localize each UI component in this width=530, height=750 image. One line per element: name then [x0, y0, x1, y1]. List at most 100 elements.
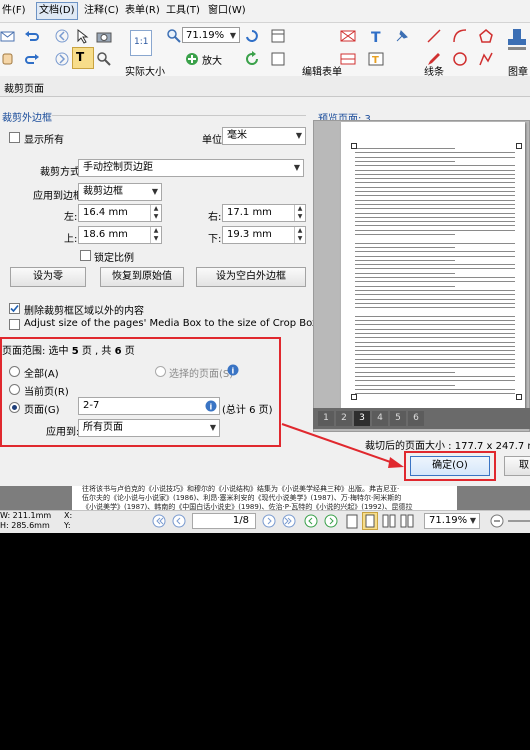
zoom-slider[interactable] — [508, 520, 530, 522]
menu-bar: 件(F) 文档(D) 注释(C) 表单(R) 工具(T) 窗口(W) — [0, 0, 530, 23]
text-select-tool[interactable]: T — [72, 47, 94, 69]
preview-text-line — [355, 251, 515, 253]
preview-text-line — [355, 302, 515, 304]
right-margin-input[interactable]: 17.1 mm ▲ ▼ — [222, 204, 306, 222]
next-page-icon[interactable] — [262, 514, 276, 528]
crop-handle[interactable] — [351, 394, 357, 400]
back-icon[interactable] — [54, 28, 70, 44]
ellipse-icon[interactable] — [452, 51, 468, 67]
forward-icon[interactable] — [324, 514, 338, 528]
set-blank-margin-button[interactable]: 设为空白外边框 — [196, 267, 306, 287]
crop-handle[interactable] — [516, 143, 522, 149]
spinner-icon[interactable]: ▲ ▼ — [294, 227, 305, 243]
polyline-icon[interactable] — [478, 51, 494, 67]
preview-text-line — [355, 281, 515, 283]
preview-text-line — [355, 332, 515, 334]
select-icon[interactable] — [74, 28, 90, 44]
crop-handle[interactable] — [351, 143, 357, 149]
text-tool-icon[interactable]: T — [368, 28, 384, 44]
menu-tools[interactable]: 工具(T) — [164, 3, 202, 19]
set-zero-button[interactable]: 设为零 — [10, 267, 86, 287]
zoom-in-icon[interactable] — [184, 51, 200, 67]
apply-box-select[interactable]: 裁剪边框 ▼ — [78, 183, 162, 201]
bottom-margin-label: 下: — [208, 234, 222, 245]
left-margin-input[interactable]: 16.4 mm ▲ ▼ — [78, 204, 162, 222]
two-page-continuous-icon[interactable] — [400, 514, 414, 529]
refresh-icon[interactable] — [244, 51, 260, 67]
last-page-icon[interactable] — [282, 514, 296, 528]
preview-text-line — [355, 277, 515, 278]
redo-icon[interactable] — [24, 51, 40, 67]
menu-document[interactable]: 文档(D) — [36, 2, 78, 20]
remove-outside-checkbox[interactable] — [9, 303, 20, 314]
zoom-tool-icon[interactable] — [96, 51, 112, 67]
cancel-button[interactable]: 取 — [504, 456, 530, 476]
single-page-icon[interactable] — [346, 514, 358, 529]
menu-comment[interactable]: 注释(C) — [82, 3, 121, 19]
crop-mode-label: 裁剪方式 — [40, 167, 80, 178]
menu-file[interactable]: 件(F) — [0, 3, 28, 19]
toolbar: T 1:1 实际大小 71.19% ▼ 放大 编辑表单 T T 线条 图章 — [0, 23, 530, 78]
unit-select[interactable]: 毫米 ▼ — [222, 127, 306, 145]
rotate-icon[interactable] — [244, 28, 260, 44]
text-box-icon[interactable]: T — [368, 51, 384, 67]
preview-text-line — [355, 337, 515, 339]
zoom-select[interactable]: 71.19% ▼ — [182, 27, 240, 43]
preview-text-line — [355, 380, 515, 382]
preview-text-line — [355, 186, 515, 188]
pentagon-icon[interactable] — [478, 28, 494, 44]
spinner-icon[interactable]: ▲ ▼ — [150, 227, 161, 243]
stamp-icon[interactable] — [506, 27, 528, 53]
menu-window[interactable]: 窗口(W) — [206, 3, 248, 19]
chevron-down-icon: ▼ — [293, 163, 300, 172]
preview-text-line — [355, 208, 515, 210]
page-tab[interactable]: 6 — [408, 411, 424, 426]
spinner-icon[interactable]: ▲ ▼ — [294, 205, 305, 221]
prev-page-icon[interactable] — [172, 514, 186, 528]
forward-icon[interactable] — [54, 51, 70, 67]
menu-form[interactable]: 表单(R) — [123, 3, 162, 19]
line-tool-icon[interactable] — [426, 28, 442, 44]
status-zoom-select[interactable]: 71.19% ▼ — [424, 513, 480, 529]
status-zoom-value: 71.19% — [429, 515, 468, 526]
margins-group-title: 裁剪外边框 — [2, 113, 52, 124]
continuous-view-button[interactable] — [362, 512, 378, 530]
zoom-out-icon[interactable] — [490, 514, 504, 528]
form-grid-icon[interactable] — [340, 51, 356, 67]
preview-text-line — [355, 264, 515, 266]
mail-icon[interactable] — [0, 28, 16, 44]
preview-text-line — [355, 294, 515, 296]
x-readout: X: — [64, 511, 73, 520]
pin-icon[interactable] — [394, 28, 410, 44]
preview-text-line — [355, 246, 455, 248]
crop-handle[interactable] — [516, 394, 522, 400]
page-view-icon[interactable] — [270, 51, 286, 67]
restore-original-button[interactable]: 恢复到原始值 — [100, 267, 184, 287]
adjust-media-checkbox[interactable] — [9, 319, 20, 330]
show-all-checkbox[interactable] — [9, 132, 20, 143]
ok-highlight — [404, 451, 496, 481]
preview-text-line — [355, 393, 515, 395]
document-text: 往将该书与卢伯克的《小说技巧》和穆尔的《小说结构》结集为《小说美学经典三种》出版… — [82, 485, 413, 512]
preview-text-line — [355, 234, 455, 235]
camera-icon[interactable] — [96, 28, 112, 44]
zoom-in-label[interactable]: 放大 — [202, 52, 222, 67]
lock-ratio-checkbox[interactable] — [80, 250, 91, 261]
right-margin-label: 右: — [208, 212, 222, 223]
spinner-icon[interactable]: ▲ ▼ — [150, 205, 161, 221]
bottom-margin-value: 19.3 mm — [227, 229, 272, 240]
top-margin-input[interactable]: 18.6 mm ▲ ▼ — [78, 226, 162, 244]
two-page-icon[interactable] — [382, 514, 396, 529]
undo-icon[interactable] — [24, 28, 40, 44]
form-field-icon[interactable] — [340, 28, 356, 44]
arc-icon[interactable] — [452, 28, 468, 44]
bottom-margin-input[interactable]: 19.3 mm ▲ ▼ — [222, 226, 306, 244]
back-icon[interactable] — [304, 514, 318, 528]
actual-size-button[interactable]: 1:1 — [130, 30, 152, 56]
first-page-icon[interactable] — [152, 514, 166, 528]
page-number-input[interactable]: 1/8 — [192, 513, 256, 529]
page-layout-icon[interactable] — [270, 28, 286, 44]
hand-icon[interactable] — [0, 51, 16, 67]
crop-mode-select[interactable]: 手动控制页边距 ▼ — [78, 159, 304, 177]
preview-text-line — [355, 148, 455, 149]
